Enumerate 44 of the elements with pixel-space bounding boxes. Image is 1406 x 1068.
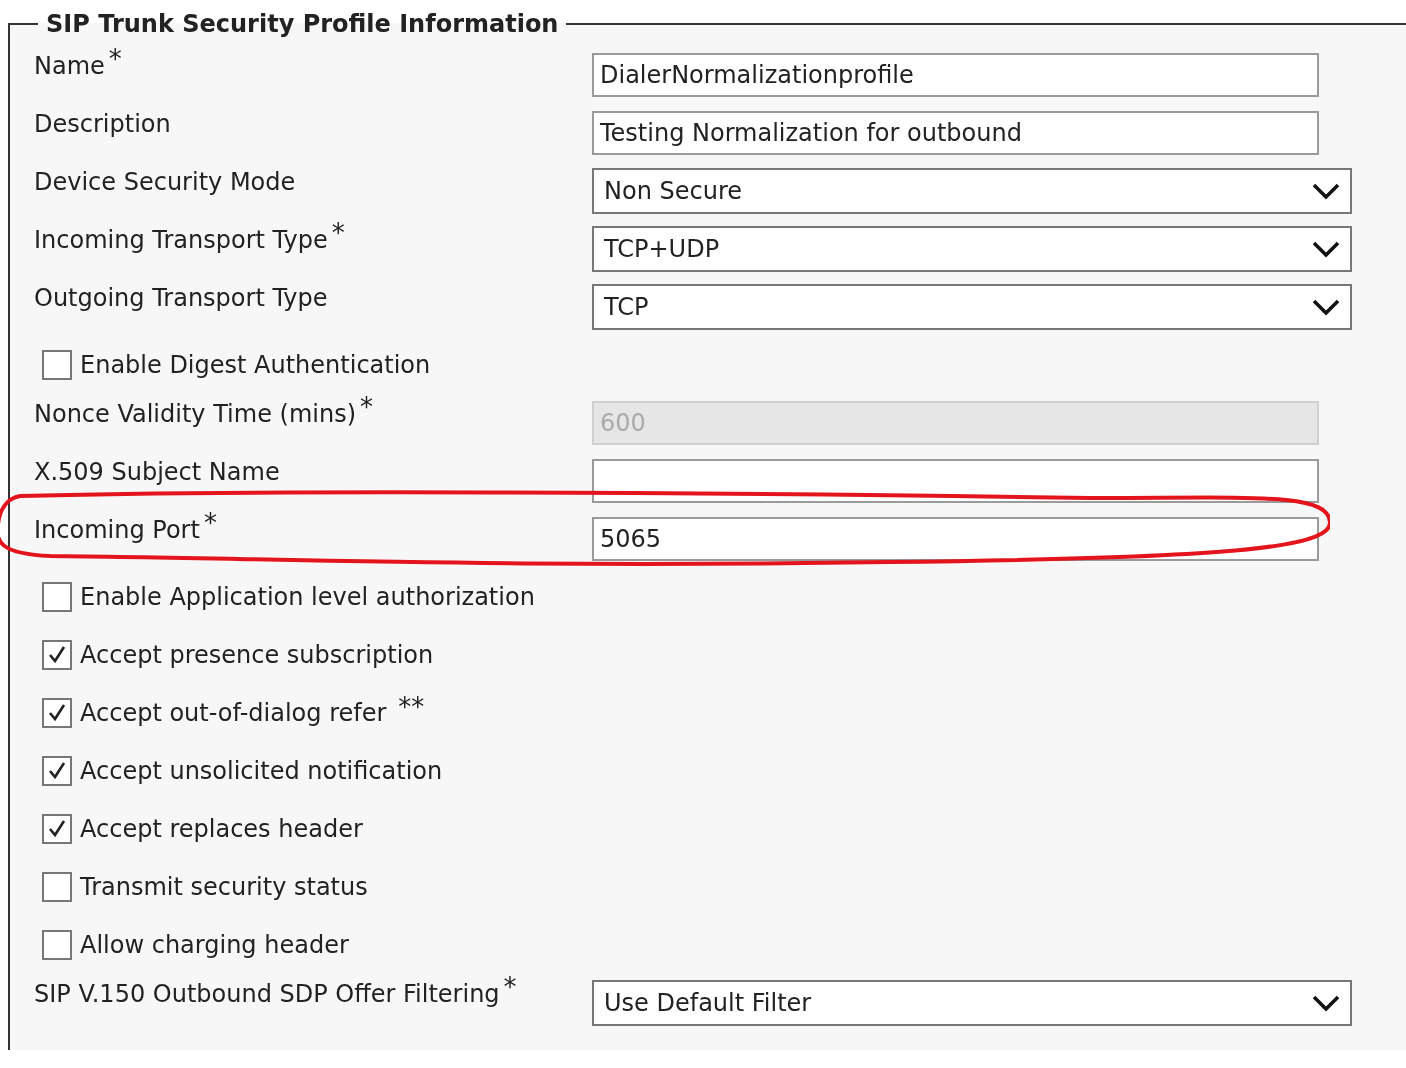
chevron-down-icon: [1312, 182, 1340, 200]
checkbox-label: Accept out-of-dialog refer: [80, 699, 387, 727]
checkbox-label: Enable Application level authorization: [80, 583, 535, 611]
required-mark: *: [360, 392, 374, 422]
field-label: Nonce Validity Time (mins): [34, 400, 357, 428]
checkbox-label: Transmit security status: [80, 873, 368, 901]
required-mark: *: [203, 508, 217, 538]
checkbox[interactable]: [42, 872, 72, 902]
checkbox[interactable]: [42, 582, 72, 612]
field-label: SIP V.150 Outbound SDP Offer Filtering: [34, 980, 500, 1008]
text-field[interactable]: Testing Normalization for outbound: [592, 111, 1319, 155]
checkbox-label: Accept replaces header: [80, 815, 363, 843]
chevron-down-icon: [1312, 994, 1340, 1012]
checkbox[interactable]: [42, 350, 72, 380]
dropdown[interactable]: TCP+UDP: [592, 226, 1352, 272]
dropdown[interactable]: Non Secure: [592, 168, 1352, 214]
required-mark: *: [108, 44, 122, 74]
checkbox-label: Accept presence subscription: [80, 641, 434, 669]
required-mark: **: [398, 692, 425, 722]
text-field[interactable]: [592, 459, 1319, 503]
field-label: Incoming Transport Type: [34, 226, 328, 254]
chevron-down-icon: [1312, 298, 1340, 316]
required-mark: *: [503, 972, 517, 1002]
field-label: Name: [34, 52, 105, 80]
field-label: Incoming Port: [34, 516, 200, 544]
checkbox-label: Accept unsolicited notification: [80, 757, 443, 785]
field-label: Description: [34, 110, 171, 138]
field-label: Outgoing Transport Type: [34, 284, 328, 312]
checkbox[interactable]: [42, 930, 72, 960]
required-mark: *: [331, 218, 345, 248]
section-title: SIP Trunk Security Profile Information: [45, 10, 560, 38]
checkbox[interactable]: [42, 814, 72, 844]
field-label: X.509 Subject Name: [34, 458, 280, 486]
checkbox-label: Enable Digest Authentication: [80, 351, 431, 379]
text-field[interactable]: 5065: [592, 517, 1319, 561]
checkbox[interactable]: [42, 640, 72, 670]
checkbox[interactable]: [42, 698, 72, 728]
dropdown[interactable]: Use Default Filter: [592, 980, 1352, 1026]
chevron-down-icon: [1312, 240, 1340, 258]
text-field[interactable]: DialerNormalizationprofile: [592, 53, 1319, 97]
checkbox[interactable]: [42, 756, 72, 786]
field-label: Device Security Mode: [34, 168, 296, 196]
dropdown[interactable]: TCP: [592, 284, 1352, 330]
checkbox-label: Allow charging header: [80, 931, 349, 959]
